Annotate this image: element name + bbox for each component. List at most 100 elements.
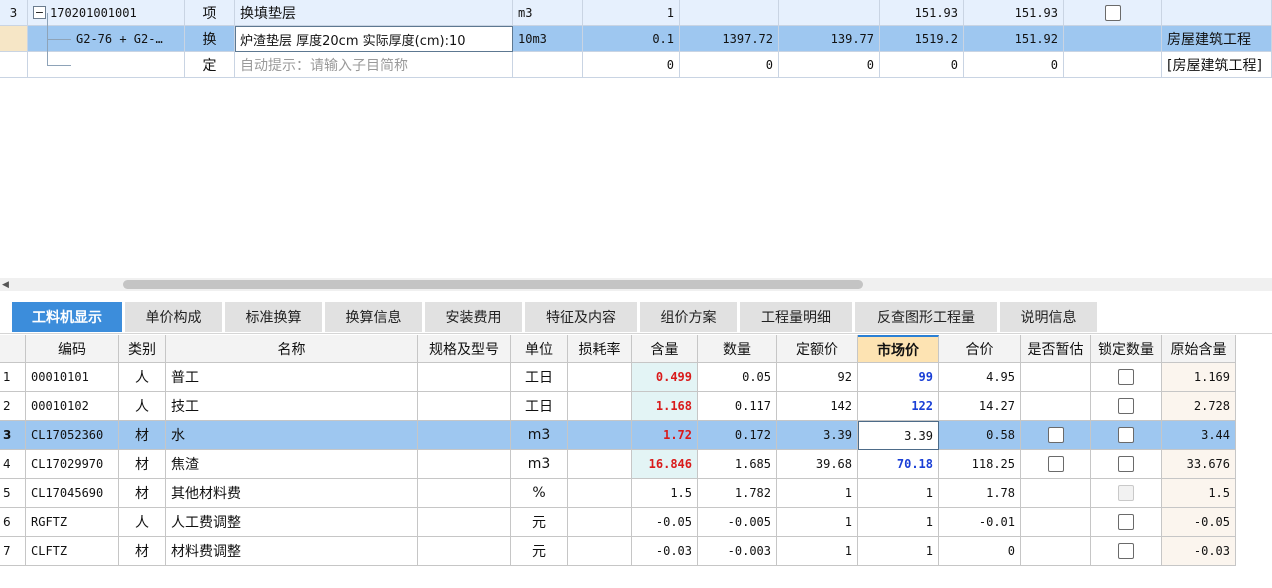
spec-cell[interactable] (418, 450, 511, 479)
spec-cell[interactable] (418, 537, 511, 566)
code-cell[interactable]: 00010102 (26, 392, 119, 421)
unit-cell[interactable]: m3 (511, 450, 568, 479)
total-price-cell[interactable]: 151.93 (964, 0, 1064, 26)
total-price-cell[interactable]: 0 (964, 52, 1064, 78)
quantity-cell[interactable]: -0.005 (698, 508, 777, 537)
name-cell[interactable]: 换填垫层 (235, 0, 513, 26)
name-cell[interactable]: 技工 (166, 392, 418, 421)
loss-rate-cell[interactable] (568, 537, 632, 566)
lock-quantity-cell[interactable] (1091, 363, 1162, 392)
estimate-cell[interactable] (1021, 508, 1091, 537)
name-cell[interactable]: 普工 (166, 363, 418, 392)
total-cell[interactable]: 0 (880, 52, 964, 78)
unit-cell[interactable]: 元 (511, 537, 568, 566)
item-row-new[interactable]: 定 自动提示：请输入子目简称 0 0 0 0 0 [房屋建筑工程] (0, 52, 1272, 78)
name-cell[interactable]: 水 (166, 421, 418, 450)
horizontal-scrollbar[interactable]: ◀ (0, 278, 1272, 291)
unit-price-cell[interactable]: 0 (779, 52, 880, 78)
quantity-cell[interactable]: 0.172 (698, 421, 777, 450)
unit-cell[interactable]: 元 (511, 508, 568, 537)
content-cell[interactable]: -0.05 (632, 508, 698, 537)
lock-quantity-checkbox[interactable] (1118, 427, 1134, 443)
content-cell[interactable]: 1.72 (632, 421, 698, 450)
name-cell[interactable]: 人工费调整 (166, 508, 418, 537)
content-cell[interactable]: 16.846 (632, 450, 698, 479)
quantity-cell[interactable]: 0.1 (583, 26, 680, 52)
code-cell[interactable]: CL17029970 (26, 450, 119, 479)
row-checkbox[interactable] (1104, 4, 1121, 21)
name-edit-input[interactable]: 炉渣垫层 厚度20cm 实际厚度(cm):10 (235, 26, 513, 52)
table-row[interactable]: 3 CL17052360 材水 m3 1.72 0.172 3.39 3.39 0.58 3.44 (0, 421, 1236, 450)
original-content-cell[interactable]: 1.5 (1162, 479, 1236, 508)
unit-cell[interactable] (513, 52, 583, 78)
header-spec-model[interactable]: 规格及型号 (418, 335, 511, 363)
content-cell[interactable]: 1.168 (632, 392, 698, 421)
tab-quantity-details[interactable]: 工程量明细 (740, 302, 852, 332)
collapse-toggle-icon[interactable]: − (33, 6, 46, 19)
unit-cell[interactable]: % (511, 479, 568, 508)
unit-cell[interactable]: m3 (511, 421, 568, 450)
header-quantity[interactable]: 数量 (698, 335, 777, 363)
total-price-cell[interactable]: 4.95 (939, 363, 1021, 392)
code-cell[interactable]: CLFTZ (26, 537, 119, 566)
lock-quantity-checkbox[interactable] (1118, 398, 1134, 414)
unit-cell[interactable]: m3 (513, 0, 583, 26)
header-total-price[interactable]: 合价 (939, 335, 1021, 363)
table-row[interactable]: 1 00010101 人普工 工日 0.499 0.05 92 99 4.95 1.169 (0, 363, 1236, 392)
loss-rate-cell[interactable] (568, 508, 632, 537)
header-unit[interactable]: 单位 (511, 335, 568, 363)
tab-standard-conversion[interactable]: 标准换算 (225, 302, 322, 332)
table-row[interactable]: 4 CL17029970 材焦渣 m3 16.846 1.685 39.68 70.18 118… (0, 450, 1236, 479)
category-cell[interactable]: 材 (119, 537, 166, 566)
category-cell[interactable]: 人 (119, 392, 166, 421)
profession-cell[interactable]: [房屋建筑工程] (1162, 52, 1272, 78)
name-cell[interactable]: 材料费调整 (166, 537, 418, 566)
market-price-cell[interactable]: 3.39 (858, 421, 939, 450)
content-cell[interactable]: 1.5 (632, 479, 698, 508)
name-cell[interactable]: 焦渣 (166, 450, 418, 479)
table-row[interactable]: 6 RGFTZ 人人工费调整元 -0.05 -0.005 1 1 -0.01 -0.05 (0, 508, 1236, 537)
item-row-g2-76[interactable]: G2-76 + G2-… 换 10m3 0.1 1397.72 139.77 1… (0, 26, 1272, 52)
loss-rate-cell[interactable] (568, 450, 632, 479)
tab-reverse-graphic-quantity[interactable]: 反查图形工程量 (855, 302, 997, 332)
quantity-cell[interactable]: 0 (583, 52, 680, 78)
total-price-cell[interactable]: 14.27 (939, 392, 1021, 421)
total-price-cell[interactable]: 1.78 (939, 479, 1021, 508)
base-price-cell[interactable]: 1 (777, 537, 858, 566)
tab-installation-fee[interactable]: 安装费用 (425, 302, 522, 332)
category-cell[interactable]: 材 (119, 450, 166, 479)
lock-quantity-cell[interactable] (1091, 450, 1162, 479)
market-price-cell[interactable]: 70.18 (858, 450, 939, 479)
checkbox-cell[interactable] (1064, 52, 1162, 78)
tab-unit-price-composition[interactable]: 单价构成 (125, 302, 222, 332)
total-price-cell[interactable]: 118.25 (939, 450, 1021, 479)
original-content-cell[interactable]: -0.03 (1162, 537, 1236, 566)
base-price-cell[interactable]: 1 (777, 508, 858, 537)
total-price-cell[interactable]: 0 (939, 537, 1021, 566)
code-cell[interactable]: − 170201001001 (28, 0, 185, 26)
base-price-cell[interactable]: 39.68 (777, 450, 858, 479)
content-cell[interactable]: 0.499 (632, 363, 698, 392)
market-price-cell[interactable]: 99 (858, 363, 939, 392)
total-cell[interactable]: 151.93 (880, 0, 964, 26)
original-content-cell[interactable]: 33.676 (1162, 450, 1236, 479)
profession-cell[interactable]: 房屋建筑工程 (1162, 26, 1272, 52)
estimate-cell[interactable] (1021, 450, 1091, 479)
quantity-cell[interactable]: 1.782 (698, 479, 777, 508)
estimate-cell[interactable] (1021, 392, 1091, 421)
scroll-left-arrow-icon[interactable]: ◀ (2, 278, 12, 291)
loss-rate-cell[interactable] (568, 392, 632, 421)
estimate-checkbox[interactable] (1047, 427, 1064, 443)
unit-price-cell[interactable]: 139.77 (779, 26, 880, 52)
spec-cell[interactable] (418, 363, 511, 392)
type-cell[interactable]: 项 (185, 0, 235, 26)
quantity-cell[interactable]: 1 (583, 0, 680, 26)
table-row[interactable]: 2 00010102 人技工 工日 1.168 0.117 142 122 14.27 2.728 (0, 392, 1236, 421)
header-lock-quantity[interactable]: 锁定数量 (1091, 335, 1162, 363)
checkbox-cell[interactable] (1064, 0, 1162, 26)
quantity-cell[interactable]: 0.05 (698, 363, 777, 392)
header-name[interactable]: 名称 (166, 335, 418, 363)
checkbox-cell[interactable] (1064, 26, 1162, 52)
lock-quantity-checkbox[interactable] (1118, 543, 1134, 559)
name-cell[interactable]: 其他材料费 (166, 479, 418, 508)
